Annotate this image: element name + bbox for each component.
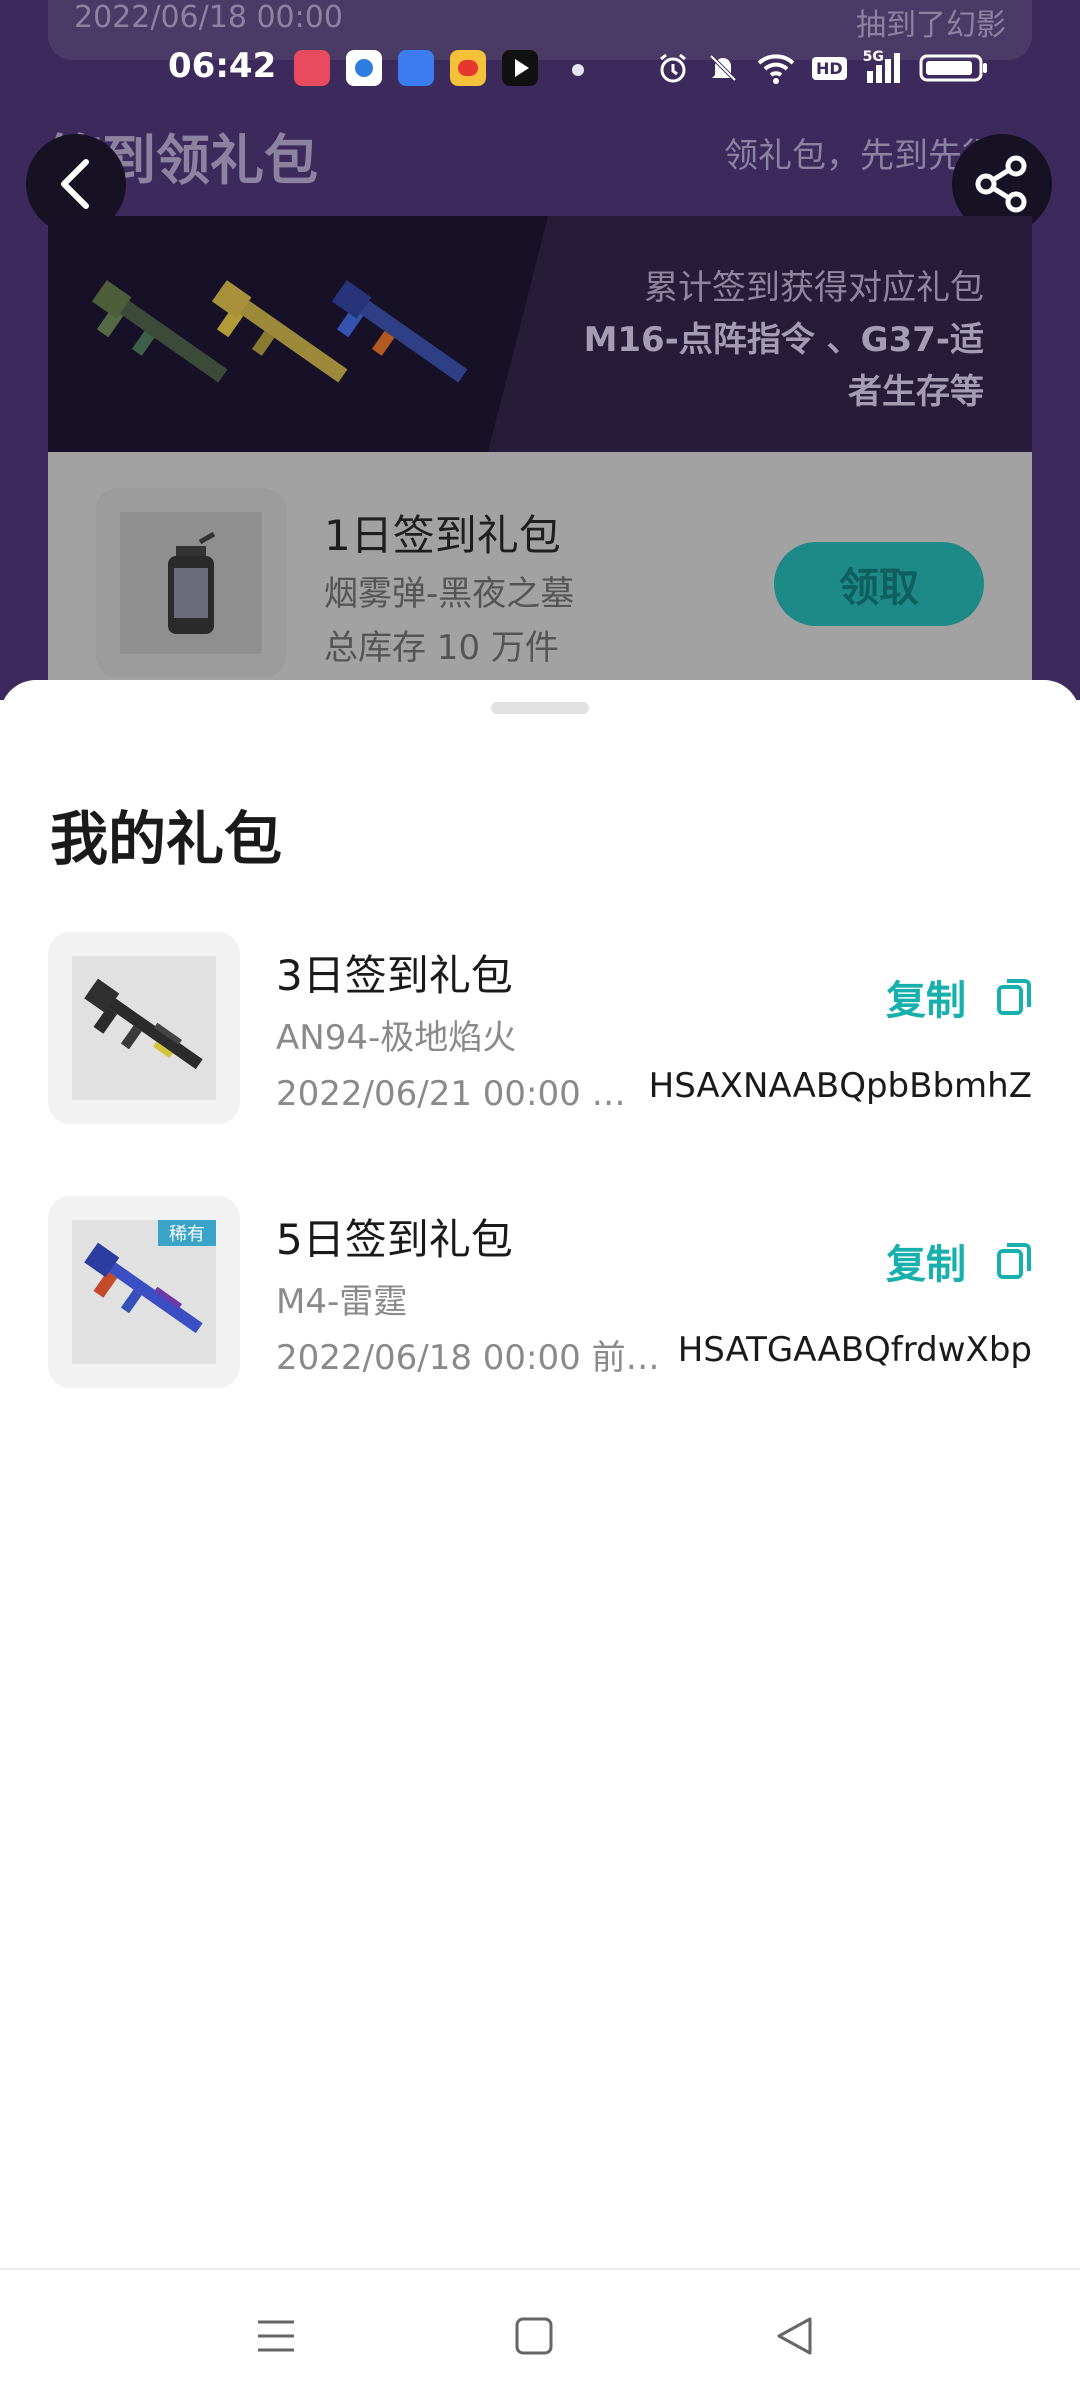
share-icon bbox=[975, 155, 1027, 213]
system-back-button[interactable] bbox=[764, 2306, 824, 2366]
status-indicators: HD 5G bbox=[656, 46, 989, 90]
list-item: 稀有 5日签到礼包 M4-雷霆 2022/06/18 00:00 前有效 HSA… bbox=[0, 1196, 1080, 1388]
back-triangle-icon bbox=[777, 2317, 812, 2355]
gift-thumbnail: 稀有 bbox=[48, 1196, 240, 1388]
weapon-skins-image bbox=[91, 280, 468, 383]
mute-bell-icon bbox=[709, 54, 737, 82]
previous-gift-note: 抽到了幻影 bbox=[856, 8, 1006, 43]
status-bar: 06:42 HD 5G bbox=[0, 40, 1080, 96]
copy-button[interactable]: 复制 bbox=[886, 1234, 1032, 1288]
battery-icon bbox=[919, 54, 987, 82]
gift-card-day1: 1日签到礼包 烟雾弹-黑夜之墓 总库存 10 万件 领取 bbox=[48, 452, 1032, 700]
banner-rewards-line2: 者生存等 bbox=[848, 372, 984, 412]
rifle-an94-image bbox=[84, 978, 203, 1070]
status-time: 06:42 bbox=[168, 46, 277, 86]
gift-code[interactable]: HSAXNAABQpbBbmhZ bbox=[649, 1066, 1032, 1106]
claim-button[interactable]: 领取 bbox=[774, 542, 984, 626]
gift-expiry: 2022/06/18 00:00 前有效 bbox=[276, 1338, 686, 1378]
gift-stock: 总库存 10 万件 bbox=[324, 628, 559, 668]
menu-icon bbox=[258, 2320, 294, 2352]
gift-item: M4-雷霆 bbox=[276, 1282, 408, 1322]
copy-label: 复制 bbox=[886, 1242, 966, 1288]
background-page: 2022/06/18 00:00 抽到了幻影 06:42 HD 5G 签到领礼包… bbox=[0, 0, 1080, 700]
gift-name: 5日签到礼包 bbox=[276, 1215, 513, 1264]
rewards-banner: 累计签到获得对应礼包 M16-点阵指令 、G37-适 者生存等 bbox=[48, 216, 1032, 452]
home-icon bbox=[515, 2317, 553, 2355]
weibo-icon bbox=[450, 50, 486, 86]
chevron-left-icon bbox=[61, 159, 89, 209]
cloud-app-icon bbox=[398, 50, 434, 86]
gift-item: AN94-极地焰火 bbox=[276, 1018, 517, 1058]
notification-dot-icon bbox=[572, 64, 584, 76]
gift-thumbnail bbox=[96, 488, 286, 678]
list-item: 3日签到礼包 AN94-极地焰火 2022/06/21 00:00 前有效 HS… bbox=[0, 932, 1080, 1124]
gift-item: 烟雾弹-黑夜之墓 bbox=[324, 574, 575, 614]
wifi-icon bbox=[757, 54, 795, 84]
banner-rewards-line1: M16-点阵指令 、G37-适 bbox=[583, 320, 984, 360]
gift-expiry: 2022/06/21 00:00 前有效 bbox=[276, 1074, 642, 1114]
copy-icon bbox=[997, 979, 1031, 1015]
copy-icon bbox=[997, 1243, 1031, 1279]
smoke-grenade-image bbox=[168, 531, 216, 634]
rare-badge: 稀有 bbox=[158, 1220, 216, 1246]
network-type-label: 5G bbox=[862, 49, 884, 65]
browser-icon bbox=[346, 50, 382, 86]
navigation-bar bbox=[0, 2268, 1080, 2400]
alarm-icon bbox=[660, 53, 686, 83]
screen-recorder-icon bbox=[294, 50, 330, 86]
video-app-icon bbox=[502, 50, 538, 86]
gift-thumbnail bbox=[48, 932, 240, 1124]
my-gifts-sheet: 我的礼包 3日签到礼包 AN94-极地焰火 2022/06/21 00:00 前… bbox=[0, 680, 1080, 2270]
sheet-title: 我的礼包 bbox=[50, 805, 283, 873]
signal-icon: 5G bbox=[862, 49, 903, 85]
recent-apps-button[interactable] bbox=[246, 2306, 306, 2366]
copy-label: 复制 bbox=[886, 978, 966, 1024]
sheet-drag-handle[interactable] bbox=[491, 702, 589, 714]
gift-name: 3日签到礼包 bbox=[276, 951, 513, 1000]
gift-name: 1日签到礼包 bbox=[324, 511, 561, 560]
page: 2022/06/18 00:00 抽到了幻影 06:42 HD 5G 签到领礼包… bbox=[0, 0, 1080, 2400]
banner-caption: 累计签到获得对应礼包 bbox=[644, 268, 984, 308]
previous-gift-date: 2022/06/18 00:00 bbox=[74, 0, 343, 35]
home-button[interactable] bbox=[504, 2306, 564, 2366]
hd-badge: HD bbox=[812, 56, 847, 80]
copy-button[interactable]: 复制 bbox=[886, 970, 1032, 1024]
gift-code[interactable]: HSATGAABQfrdwXbp bbox=[678, 1330, 1032, 1370]
